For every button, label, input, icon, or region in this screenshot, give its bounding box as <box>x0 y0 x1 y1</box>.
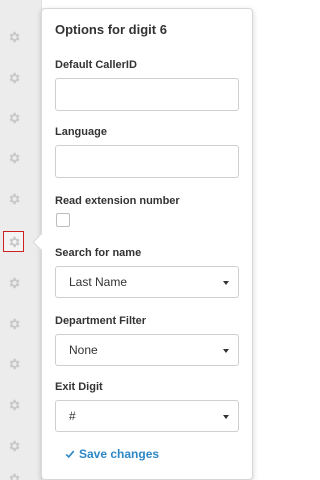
digit-options-button-7[interactable] <box>3 272 24 293</box>
read-extension-label: Read extension number <box>55 195 180 207</box>
digit-options-button-8[interactable] <box>3 313 24 334</box>
save-changes-label: Save changes <box>79 447 160 461</box>
gear-icon <box>9 358 20 369</box>
department-filter-label: Department Filter <box>55 315 147 327</box>
digit-options-button-extra[interactable] <box>3 468 24 480</box>
department-filter-value: None <box>69 343 98 357</box>
gear-icon <box>9 193 20 204</box>
search-for-name-label: Search for name <box>55 247 142 259</box>
caret-down-icon <box>223 415 229 419</box>
gear-icon <box>9 473 20 480</box>
gear-icon <box>9 440 20 451</box>
digit-options-button-3[interactable] <box>3 147 24 168</box>
gear-icon <box>9 152 20 163</box>
gear-icon <box>9 72 20 83</box>
digit-options-button-2[interactable] <box>3 107 24 128</box>
gear-icon <box>9 318 20 329</box>
read-extension-checkbox[interactable] <box>56 213 70 227</box>
popover-title: Options for digit 6 <box>55 22 167 37</box>
digit-options-button-9[interactable] <box>3 353 24 374</box>
gear-icon <box>9 112 20 123</box>
digit-options-button-0[interactable] <box>3 26 24 47</box>
search-for-name-value: Last Name <box>69 275 128 289</box>
language-input[interactable] <box>55 145 239 178</box>
digit-options-button-star[interactable] <box>3 394 24 415</box>
save-changes-button[interactable]: Save changes <box>65 447 159 461</box>
gear-icon <box>9 236 20 247</box>
language-label: Language <box>55 126 107 138</box>
exit-digit-select[interactable]: # <box>55 400 239 432</box>
check-icon <box>65 450 75 459</box>
digit-options-button-6[interactable] <box>3 231 24 252</box>
digit-options-button-1[interactable] <box>3 67 24 88</box>
default-callerid-label: Default CallerID <box>55 59 137 71</box>
exit-digit-value: # <box>69 409 76 423</box>
digit-options-button-4[interactable] <box>3 188 24 209</box>
department-filter-select[interactable]: None <box>55 334 239 366</box>
gear-icon <box>9 277 20 288</box>
default-callerid-input[interactable] <box>55 78 239 111</box>
gear-icon <box>9 31 20 42</box>
search-for-name-select[interactable]: Last Name <box>55 266 239 298</box>
caret-down-icon <box>223 281 229 285</box>
exit-digit-label: Exit Digit <box>55 381 103 393</box>
gear-icon <box>9 399 20 410</box>
caret-down-icon <box>223 349 229 353</box>
digit-options-popover: Options for digit 6 Default CallerID Lan… <box>32 8 253 480</box>
digit-options-button-hash[interactable] <box>3 435 24 456</box>
